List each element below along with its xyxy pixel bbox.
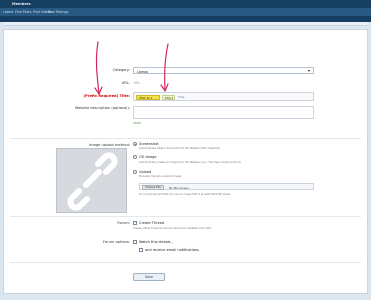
option-screenshot-desc: Automatically takes a Screenshot of the … bbox=[139, 147, 220, 150]
divider bbox=[10, 262, 361, 263]
nav-title[interactable]: Members bbox=[12, 2, 31, 6]
subnav-item-latest[interactable]: Latest bbox=[3, 10, 13, 14]
category-select-value: Lamps bbox=[137, 69, 149, 74]
option-og-image-desc: Automatically create an image from the W… bbox=[139, 161, 241, 164]
create-thread-checkbox[interactable] bbox=[133, 221, 137, 225]
save-button[interactable]: Save bbox=[133, 273, 165, 281]
watch-thread-checkbox[interactable] bbox=[133, 240, 137, 244]
link-placeholder-icon bbox=[67, 152, 118, 211]
create-thread-label: Create Thread bbox=[139, 221, 164, 225]
panel-header-strip bbox=[3, 22, 368, 26]
watch-thread-label: Watch this thread... bbox=[139, 240, 174, 244]
title-input[interactable]: Title bbox=[178, 95, 184, 99]
file-chosen-text: No file chosen bbox=[169, 185, 189, 190]
forum-label: Forum: bbox=[117, 221, 130, 225]
file-size-note: It is recommended that you use an image … bbox=[139, 193, 231, 196]
email-notifications-label: and receive email notifications bbox=[145, 248, 199, 252]
create-thread-desc: Create a New Thread to discuss about you… bbox=[133, 227, 212, 230]
description-label: Website description (optional): bbox=[74, 106, 130, 110]
prefix-select-secondary[interactable]: Title ▾ bbox=[162, 94, 175, 100]
character-counter: 1000 bbox=[133, 121, 141, 125]
option-upload-desc: Manually Upload a Custom Image bbox=[139, 175, 182, 178]
prefix-select-primary[interactable]: TEST 42 ▾ bbox=[136, 94, 160, 100]
subnav-item-find-posts[interactable]: Find Posts bbox=[15, 10, 31, 14]
email-notifications-checkbox[interactable] bbox=[139, 248, 143, 252]
image-preview bbox=[56, 148, 127, 213]
image-upload-label: Image upload method: bbox=[89, 143, 130, 147]
url-value[interactable]: URL bbox=[134, 81, 140, 85]
option-upload-label: Upload bbox=[139, 170, 152, 174]
divider bbox=[10, 138, 361, 139]
option-og-image-label: OG Image bbox=[139, 155, 157, 159]
subnav-item-post-ratings[interactable]: Post Ratings bbox=[48, 10, 68, 14]
title-label: (Prefix Required) Title: bbox=[83, 94, 130, 98]
forum-options-label: Forum options: bbox=[103, 240, 130, 244]
category-label: Category: bbox=[112, 68, 130, 72]
file-input[interactable]: Choose File No file chosen bbox=[139, 183, 314, 190]
chevron-down-icon bbox=[308, 70, 310, 73]
title-field[interactable]: TEST 42 ▾ Title ▾ Title bbox=[133, 92, 314, 101]
category-select[interactable]: Lamps bbox=[133, 67, 314, 74]
option-screenshot-label: Screenshot bbox=[139, 142, 159, 146]
divider bbox=[10, 216, 361, 217]
description-textarea[interactable] bbox=[133, 106, 314, 119]
sub-navigation: Latest Find Posts Find Videos Post Ratin… bbox=[0, 8, 371, 16]
url-label: URL: bbox=[121, 81, 130, 85]
choose-file-button[interactable]: Choose File bbox=[142, 185, 164, 190]
radio-upload[interactable] bbox=[133, 170, 137, 174]
radio-screenshot[interactable] bbox=[133, 142, 137, 146]
radio-og-image[interactable] bbox=[133, 155, 137, 159]
